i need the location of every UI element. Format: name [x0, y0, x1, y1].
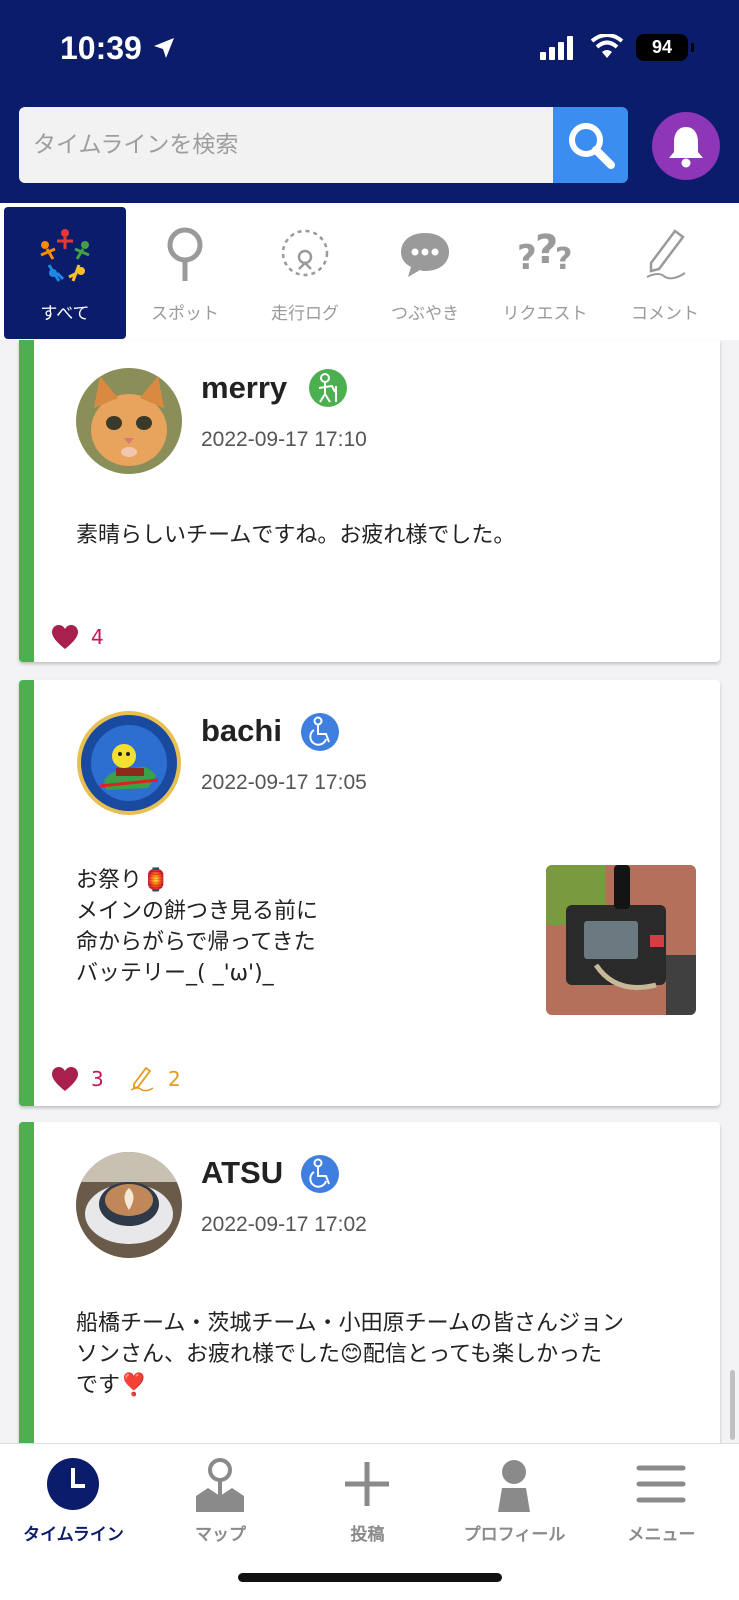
pencil-icon: [130, 1066, 154, 1092]
svg-text:?: ?: [517, 238, 537, 278]
post-date: 2022-09-17 17:05: [201, 771, 367, 794]
like-button[interactable]: 3: [51, 1066, 104, 1092]
scrollbar[interactable]: [730, 1370, 735, 1440]
status-bar: 10:39 94: [0, 0, 739, 100]
cellular-signal-icon: [540, 36, 573, 60]
notification-button[interactable]: [652, 112, 720, 180]
svg-text:?: ?: [555, 242, 572, 277]
speech-bubble-icon: [401, 233, 449, 277]
search-bar[interactable]: [19, 107, 553, 183]
map-icon: [196, 1458, 244, 1512]
heart-icon: [52, 625, 78, 649]
like-button[interactable]: 4: [51, 624, 104, 650]
post-photo[interactable]: [546, 865, 696, 1015]
nav-label: 投稿: [350, 1525, 385, 1545]
walker-icon: [309, 369, 347, 407]
tab-label: コメント: [631, 304, 699, 324]
post-date: 2022-09-17 17:02: [201, 1213, 367, 1236]
status-time: 10:39: [60, 30, 142, 66]
wheelchair-icon: [301, 713, 339, 751]
user-name[interactable]: merry: [201, 370, 287, 406]
wheelchair-icon: [301, 1155, 339, 1193]
bell-icon: [669, 127, 703, 168]
tab-tweet[interactable]: つぶやき: [364, 207, 486, 339]
hamburger-icon: [636, 1465, 686, 1503]
tab-label: リクエスト: [502, 304, 588, 324]
tab-route-log[interactable]: 走行ログ: [244, 207, 366, 339]
tab-spot[interactable]: スポット: [124, 207, 246, 339]
like-count: 4: [91, 625, 104, 649]
avatar[interactable]: [76, 1152, 182, 1258]
comment-button[interactable]: 2: [128, 1066, 181, 1092]
user-name[interactable]: ATSU: [201, 1155, 283, 1191]
home-indicator[interactable]: [238, 1573, 502, 1582]
post-card[interactable]: merry 2022-09-17 17:10 素晴らしいチームですね。お疲れ様で…: [19, 340, 720, 662]
post-card[interactable]: ATSU 2022-09-17 17:02 船橋チーム・茨城チーム・小田原チーム…: [19, 1122, 720, 1452]
spot-pin-icon: [167, 227, 203, 281]
comment-count: 2: [168, 1067, 181, 1091]
nav-label: タイムライン: [23, 1525, 124, 1545]
kitten-avatar-image: [76, 368, 182, 474]
tab-request[interactable]: ? ? ? リクエスト: [484, 207, 606, 339]
nav-map[interactable]: マップ: [147, 1452, 294, 1552]
pencil-icon: [646, 229, 686, 280]
nav-post[interactable]: 投稿: [294, 1452, 441, 1552]
post-text: お祭り🏮 メインの餅つき見る前に 命からがらで帰ってきた バッテリー_( _'ω…: [76, 868, 319, 986]
location-arrow-icon: [154, 38, 174, 58]
route-log-icon: [281, 229, 329, 277]
nav-label: プロフィール: [463, 1525, 566, 1545]
person-icon: [498, 1460, 530, 1512]
tab-label: つぶやき: [391, 304, 459, 324]
avatar[interactable]: [76, 710, 182, 816]
nav-profile[interactable]: プロフィール: [441, 1452, 588, 1552]
search-button[interactable]: [553, 107, 628, 183]
like-count: 3: [91, 1067, 104, 1091]
search-input[interactable]: [33, 132, 553, 158]
tab-label: スポット: [151, 304, 219, 324]
nav-timeline[interactable]: タイムライン: [0, 1452, 147, 1552]
wheelchair-photo-image: [546, 865, 696, 1015]
post-text: 船橋チーム・茨城チーム・小田原チームの皆さんジョン ソンさん、お疲れ様でした😊配…: [76, 1311, 625, 1398]
wifi-icon: [590, 34, 624, 58]
category-tabs: すべて スポット 走行ログ つぶやき ? ? ? リクエスト コメント: [0, 203, 739, 340]
nav-menu[interactable]: メニュー: [588, 1452, 735, 1552]
tab-all[interactable]: すべて: [4, 207, 126, 339]
post-card[interactable]: bachi 2022-09-17 17:05 お祭り🏮 メインの餅つき見る前に …: [19, 680, 720, 1106]
clock-icon: [47, 1458, 99, 1510]
question-icon: ? ? ?: [517, 227, 572, 278]
post-date: 2022-09-17 17:10: [201, 428, 367, 451]
plus-icon: [345, 1462, 389, 1506]
app-header: 10:39 94: [0, 0, 739, 203]
battery-indicator: 94: [636, 34, 694, 61]
avatar[interactable]: [76, 368, 182, 474]
nav-label: マップ: [195, 1525, 246, 1545]
hokkaido-badge-image: [77, 711, 181, 815]
nav-label: メニュー: [627, 1525, 696, 1545]
tab-label: すべて: [40, 304, 90, 324]
people-circle-icon: [40, 229, 90, 282]
user-name[interactable]: bachi: [201, 713, 282, 749]
heart-icon: [52, 1067, 78, 1091]
latte-avatar-image: [76, 1152, 182, 1258]
tab-comment[interactable]: コメント: [604, 207, 726, 339]
tab-label: 走行ログ: [271, 304, 339, 324]
search-icon: [568, 123, 615, 169]
post-text: 素晴らしいチームですね。お疲れ様でした。: [76, 523, 516, 548]
